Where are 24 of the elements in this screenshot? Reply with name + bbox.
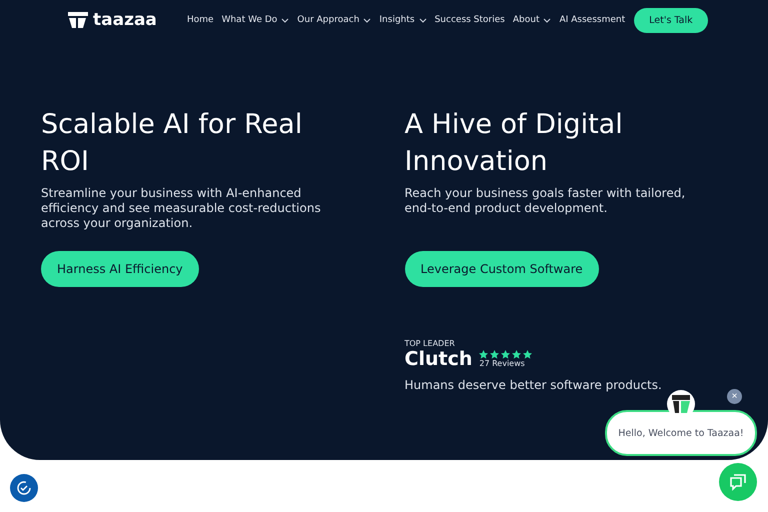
nav-link[interactable]: AI Assessment [559,15,626,25]
clutch-logo[interactable]: Clutch [404,348,472,370]
nav-link[interactable]: Success Stories [434,15,505,25]
nav-link[interactable]: What We Do [222,15,290,25]
chat-icon [728,472,748,492]
privacy-check-icon [16,480,32,496]
hero-button[interactable]: Leverage Custom Software [404,251,599,287]
nav-link[interactable]: Insights [379,15,427,25]
hero-text: Reach your business goals faster with tailored, end-to-end product development. [404,186,686,216]
nav-link[interactable]: Home [187,15,214,25]
nav-link[interactable]: Our Approach [297,15,372,25]
nav-link[interactable]: About [512,15,552,25]
hero-heading: A Hive of Digital Innovation [404,108,624,179]
privacy-settings-button[interactable] [10,474,38,502]
hero-heading: Scalable AI for Real ROI [41,108,304,179]
review-count: 27 Reviews [479,359,526,368]
hero-button[interactable]: Harness AI Efficiency [41,251,199,287]
hero-text: Streamline your business with AI-enhanced efficiency and see measurable cost-reductions across your organization. [41,186,322,231]
chat-greeting-bubble[interactable]: Hello, Welcome to Taazaa! [605,410,757,456]
lets-talk-button[interactable]: Let's Talk [634,8,708,32]
logo-icon [67,11,89,29]
logo[interactable]: taazaa [93,10,157,30]
tagline: Humans deserve better software products. [404,378,663,392]
badge-label: TOP LEADER [404,339,456,348]
